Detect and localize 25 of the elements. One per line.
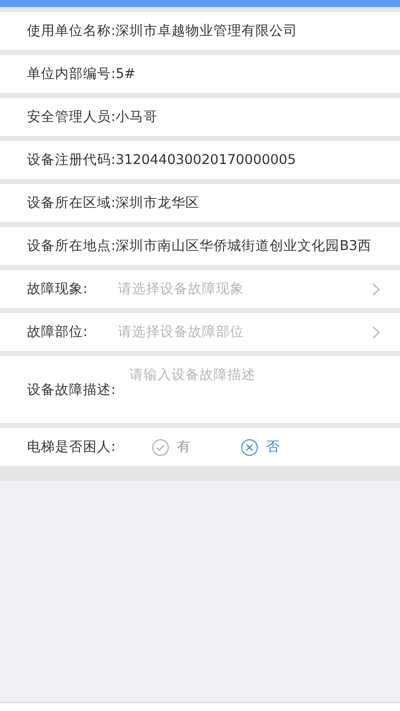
field-label: 故障部位: <box>27 323 89 341</box>
field-value: 312044030020170000005 <box>116 152 296 168</box>
field-label: 设备故障描述: <box>27 380 116 398</box>
x-circle-icon <box>241 438 258 456</box>
select-field[interactable]: 请选择设备故障现象 <box>118 280 372 298</box>
field-value: 深圳市龙华区 <box>116 194 200 212</box>
chevron-right-icon <box>372 326 380 338</box>
field-label: 使用单位名称: <box>27 22 116 40</box>
radio-option[interactable]: 有 <box>152 438 191 456</box>
check-circle-icon <box>152 438 169 456</box>
field-value: 小马哥 <box>116 108 158 126</box>
field-label: 电梯是否困人: <box>27 438 117 456</box>
field-value: 5# <box>116 66 136 82</box>
field-label: 设备所在地点: <box>27 237 116 255</box>
radio-option[interactable]: 否 <box>241 438 280 456</box>
field-label: 设备所在区域: <box>27 194 116 212</box>
field-value: 深圳市南山区华侨城街道创业文化园B3西 <box>116 237 372 255</box>
description-field[interactable]: 设备故障描述: 请输入设备故障描述 <box>0 356 400 423</box>
field-label: 设备注册代码: <box>27 151 116 169</box>
select-field[interactable]: 请选择设备故障部位 <box>118 323 372 341</box>
chevron-right-icon <box>372 282 380 296</box>
field-label: 故障现象: <box>27 280 89 298</box>
field-label: 单位内部编号: <box>27 65 116 83</box>
field-label: 安全管理人员: <box>27 108 116 126</box>
field-value: 深圳市卓越物业管理有限公司 <box>116 22 298 40</box>
